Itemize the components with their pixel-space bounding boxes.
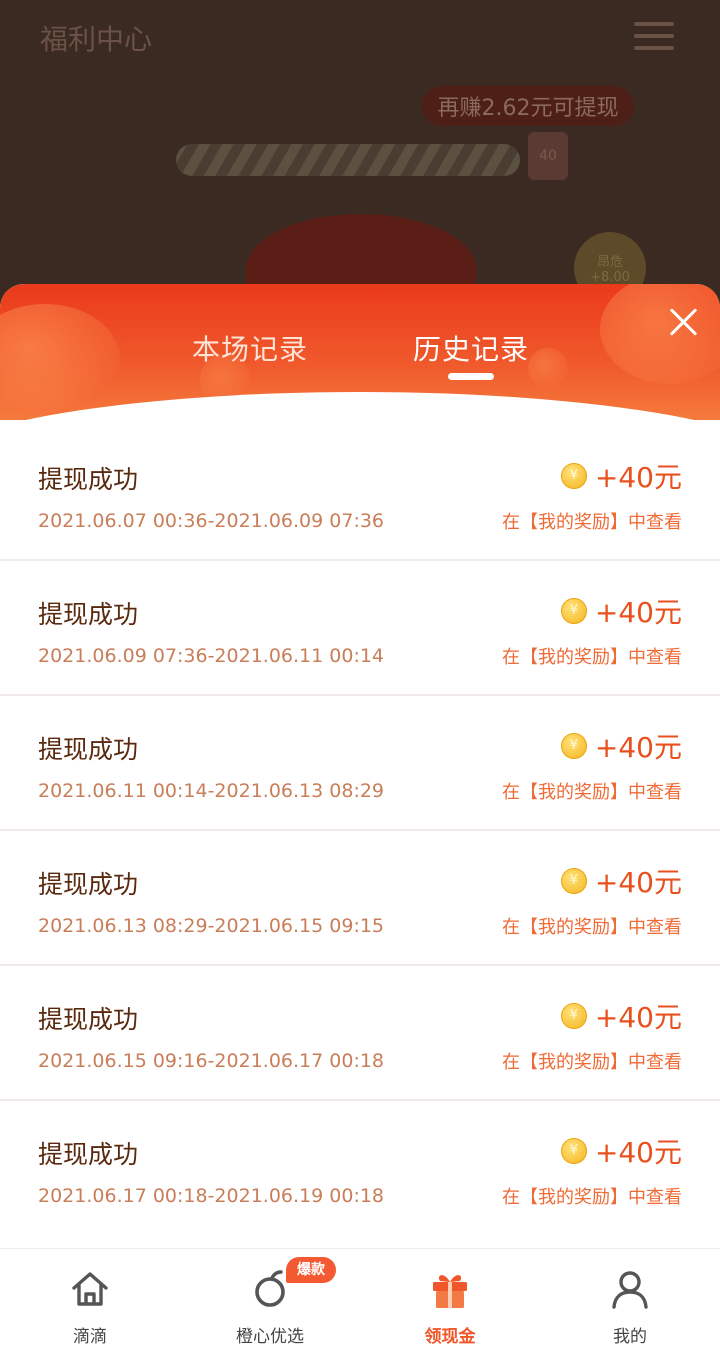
nav-label: 滴滴	[73, 1327, 107, 1347]
bottom-nav: 滴滴 爆款 橙心优选 领现金 我的	[0, 1248, 720, 1362]
amount-value: +40元	[594, 1136, 682, 1169]
nav-item-get-cash[interactable]: 领现金	[360, 1249, 540, 1362]
record-title: 提现成功	[38, 1005, 139, 1034]
list-item[interactable]: 提现成功 2021.06.07 00:36-2021.06.09 07:36 ¥…	[0, 426, 720, 561]
record-amount: ¥ +40元	[560, 1131, 682, 1171]
view-reward-link[interactable]: 在【我的奖励】中查看	[502, 643, 682, 669]
record-title: 提现成功	[38, 1140, 139, 1169]
coin-icon: ¥	[560, 733, 587, 759]
bonus-coin-label: 昂危	[596, 255, 623, 270]
amount-value: +40元	[594, 461, 682, 494]
list-item[interactable]: 提现成功 2021.06.15 09:16-2021.06.17 00:18 ¥…	[0, 966, 720, 1101]
record-title: 提现成功	[38, 465, 139, 494]
coin-icon: ¥	[560, 1138, 587, 1164]
bonus-coin-value: +8.00	[590, 270, 630, 285]
coin-icon: ¥	[560, 598, 587, 624]
record-amount: ¥ +40元	[560, 996, 682, 1036]
record-amount: ¥ +40元	[560, 861, 682, 901]
view-reward-link[interactable]: 在【我的奖励】中查看	[502, 778, 682, 804]
hot-badge: 爆款	[286, 1257, 336, 1283]
record-time: 2021.06.07 00:36-2021.06.09 07:36	[38, 510, 385, 532]
amount-value: +40元	[594, 1001, 682, 1034]
close-icon[interactable]	[664, 302, 704, 342]
record-time: 2021.06.13 08:29-2021.06.15 09:15	[38, 915, 385, 937]
record-amount: ¥ +40元	[560, 591, 682, 631]
view-reward-link[interactable]: 在【我的奖励】中查看	[502, 1183, 682, 1209]
amount-value: +40元	[594, 596, 682, 629]
record-time: 2021.06.11 00:14-2021.06.13 08:29	[38, 780, 385, 802]
coin-icon: ¥	[560, 868, 587, 894]
record-time: 2021.06.09 07:36-2021.06.11 00:14	[38, 645, 385, 667]
nav-label: 橙心优选	[236, 1327, 304, 1347]
amount-value: +40元	[594, 866, 682, 899]
amount-value: +40元	[594, 731, 682, 764]
progress-badge: 40	[528, 132, 568, 180]
view-reward-link[interactable]: 在【我的奖励】中查看	[502, 1048, 682, 1074]
page-title: 福利中心	[40, 23, 153, 56]
menu-icon[interactable]	[634, 22, 674, 50]
records-list: 提现成功 2021.06.07 00:36-2021.06.09 07:36 ¥…	[0, 426, 720, 1234]
nav-label: 我的	[613, 1327, 647, 1347]
record-amount: ¥ +40元	[560, 456, 682, 496]
progress-bar	[176, 144, 520, 176]
list-item[interactable]: 提现成功 2021.06.11 00:14-2021.06.13 08:29 ¥…	[0, 696, 720, 831]
view-reward-link[interactable]: 在【我的奖励】中查看	[502, 913, 682, 939]
record-title: 提现成功	[38, 600, 139, 629]
record-title: 提现成功	[38, 735, 139, 764]
nav-item-mine[interactable]: 我的	[540, 1249, 720, 1362]
decor-coin-icon	[528, 348, 568, 388]
home-icon	[72, 1272, 108, 1306]
nav-item-chengxin[interactable]: 爆款 橙心优选	[180, 1249, 360, 1362]
active-tab-indicator	[448, 373, 494, 380]
person-icon	[612, 1271, 648, 1309]
records-sheet: 本场记录 历史记录 提现成功 2021.06.07 00:36-2021.06.…	[0, 284, 720, 1248]
background-page: 福利中心 再赚2.62元可提现 40 昂危 +8.00	[0, 0, 720, 324]
list-item[interactable]: 提现成功 2021.06.09 07:36-2021.06.11 00:14 ¥…	[0, 561, 720, 696]
record-time: 2021.06.17 00:18-2021.06.19 00:18	[38, 1185, 385, 1207]
record-time: 2021.06.15 09:16-2021.06.17 00:18	[38, 1050, 385, 1072]
nav-label: 领现金	[424, 1327, 476, 1347]
earn-tip-badge: 再赚2.62元可提现	[422, 86, 634, 126]
record-title: 提现成功	[38, 870, 139, 899]
record-amount: ¥ +40元	[560, 726, 682, 766]
list-item[interactable]: 提现成功 2021.06.17 00:18-2021.06.19 00:18 ¥…	[0, 1101, 720, 1234]
gift-icon	[433, 1275, 467, 1308]
tab-history-records[interactable]: 历史记录	[413, 328, 529, 368]
coin-icon: ¥	[560, 463, 587, 489]
nav-item-didi[interactable]: 滴滴	[0, 1249, 180, 1362]
view-reward-link[interactable]: 在【我的奖励】中查看	[502, 508, 682, 534]
list-item[interactable]: 提现成功 2021.06.13 08:29-2021.06.15 09:15 ¥…	[0, 831, 720, 966]
coin-icon: ¥	[560, 1003, 587, 1029]
decor-coin-icon	[0, 304, 120, 414]
tab-session-records[interactable]: 本场记录	[192, 328, 308, 368]
